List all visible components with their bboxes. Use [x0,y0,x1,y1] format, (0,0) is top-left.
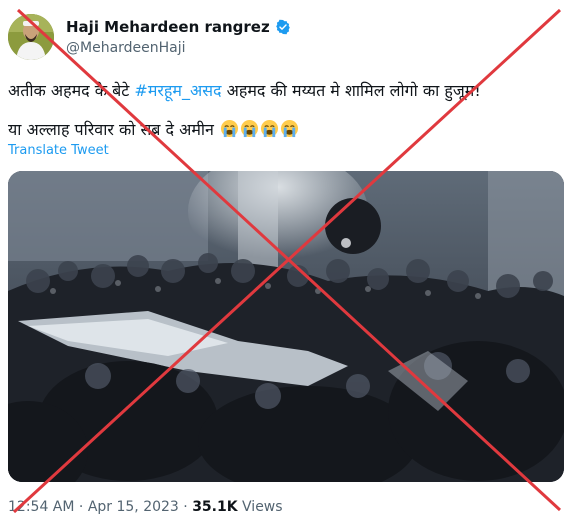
author-display-name[interactable]: Haji Mehardeen rangrez [66,18,270,36]
crying-face-icon [260,119,279,142]
tweet-text-segment: अतीक अहमद के बेटे [8,81,135,100]
crying-face-icon [240,119,259,142]
hashtag-link[interactable]: #मरहूम_असद [134,81,221,100]
crying-face-icon [280,119,299,142]
views-label: Views [237,499,283,515]
author-name-line[interactable]: Haji Mehardeen rangrez [66,18,291,36]
tweet-date[interactable]: Apr 15, 2023 [88,499,179,515]
tweet-text-segment: अहमद की मय्यत मे शामिल लोगो का हुजूम! [221,81,481,100]
meta-separator: · [74,499,88,515]
tweet-text-line-2: या अल्लाह परिवार को सब्र दे अमीन [8,118,299,142]
translate-tweet-link[interactable]: Translate Tweet [8,143,109,158]
tweet-meta: 12:54 AM · Apr 15, 2023 · 35.1K Views [8,499,283,515]
views-count: 35.1K [192,499,238,515]
avatar[interactable] [8,14,54,60]
tweet-text-line-1: अतीक अहमद के बेटे #मरहूम_असद अहमद की मय्… [8,79,481,101]
author-handle[interactable]: @MehardeenHaji [66,40,186,56]
tweet-time[interactable]: 12:54 AM [8,499,74,515]
tweet-text-segment: या अल्लाह परिवार को सब्र दे अमीन [8,120,214,139]
crowd-scene-image [8,171,564,482]
avatar-image [8,14,54,60]
crying-face-icon [220,119,239,142]
tweet-card: Haji Mehardeen rangrez @MehardeenHaji अत… [0,0,572,516]
tweet-media-video[interactable] [8,171,564,482]
meta-separator: · [178,499,193,515]
verified-badge-icon [275,19,291,35]
